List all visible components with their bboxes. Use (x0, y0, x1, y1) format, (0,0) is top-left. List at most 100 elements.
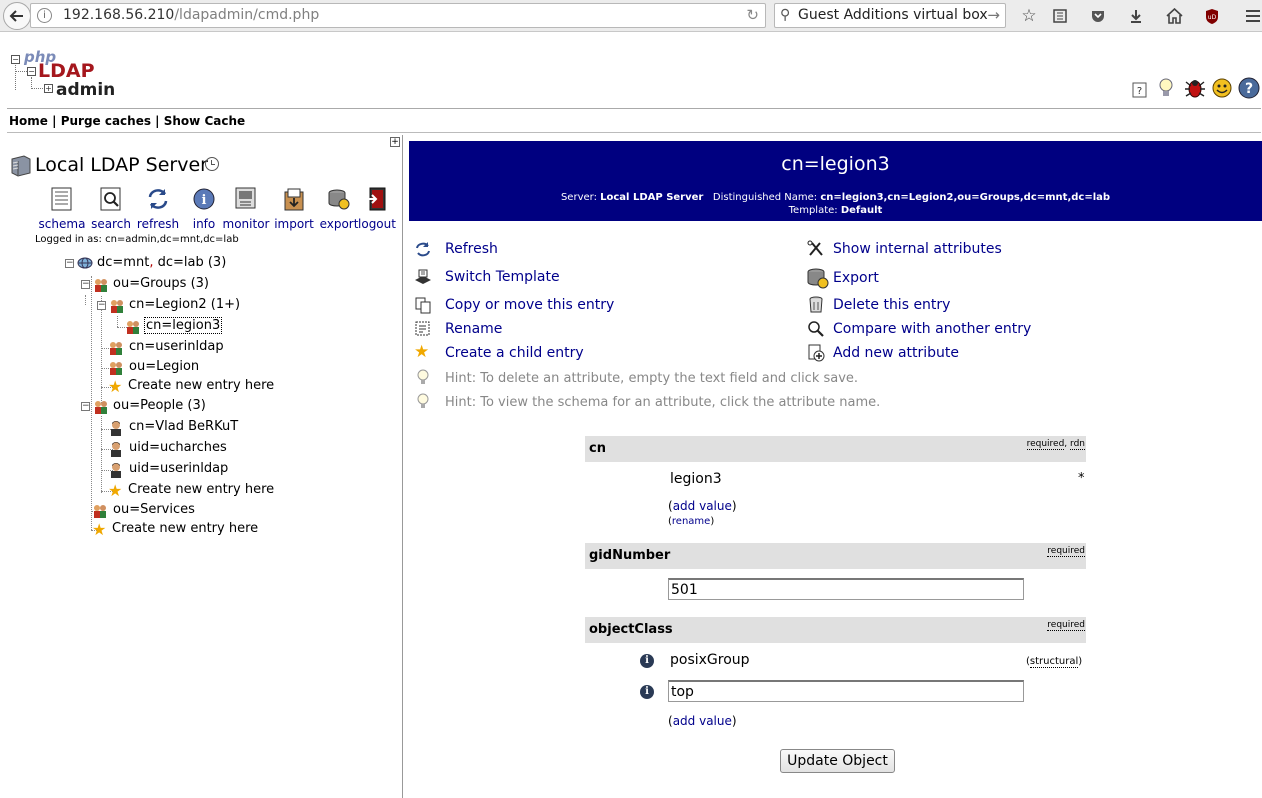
attribute-name-gidnumber[interactable]: gidNumber (589, 548, 670, 563)
structural-note: (structural) (1026, 656, 1083, 668)
user-icon (111, 442, 121, 457)
reading-list-icon[interactable] (1048, 4, 1072, 28)
attribute-header-objectclass: objectClass required (585, 617, 1086, 643)
tree-node-legion-ou[interactable]: ou=Legion (108, 359, 308, 379)
group-icon (110, 362, 122, 375)
ublock-icon[interactable]: uD (1200, 4, 1224, 28)
entry-meta: Server: Local LDAP Server Distinguished … (560, 192, 1111, 216)
browser-toolbar: i 192.168.56.210/ldapadmin/cmd.php ↻ ⚲ G… (0, 0, 1262, 32)
collapse-toggle[interactable]: − (81, 280, 90, 289)
search-button[interactable]: search (86, 187, 136, 231)
server-title: Local LDAP Server (35, 154, 208, 176)
lightbulb-icon (417, 369, 429, 384)
star-icon: ★ (92, 520, 107, 539)
logout-button[interactable]: logout (352, 187, 402, 231)
refresh-icon (416, 242, 430, 257)
monitor-icon (235, 187, 256, 209)
url-text: 192.168.56.210/ldapadmin/cmd.php (63, 7, 320, 23)
svg-text:i: i (202, 193, 207, 208)
collapse-toggle[interactable]: − (81, 402, 90, 411)
bookmark-star-icon[interactable]: ☆ (1017, 4, 1041, 28)
search-input[interactable]: Guest Additions virtual box (798, 7, 988, 23)
tree-node-legion3[interactable]: cn=legion3 (125, 317, 245, 338)
star-icon: ★ (108, 377, 123, 396)
url-bar[interactable]: i 192.168.56.210/ldapadmin/cmd.php ↻ (30, 3, 766, 28)
tree-node-vlad[interactable]: cn=Vlad BeRKuT (108, 419, 308, 439)
info-icon[interactable]: i (640, 685, 654, 699)
purge-caches-link[interactable]: Purge caches (61, 114, 151, 128)
attribute-name-objectclass[interactable]: objectClass (589, 622, 673, 637)
cn-rename-link[interactable]: (rename) (668, 516, 714, 527)
star-icon: ★ (414, 342, 430, 362)
create-entry-people[interactable]: ★ Create new entry here (108, 481, 308, 502)
create-entry-groups[interactable]: ★ Create new entry here (108, 377, 308, 398)
phpldapadmin-logo[interactable]: php LDAP admin − − + (10, 48, 120, 102)
search-bar[interactable]: ⚲ Guest Additions virtual box → (774, 3, 1006, 28)
schema-button[interactable]: schema (37, 187, 87, 231)
back-button[interactable] (3, 2, 31, 30)
tree-panel: + Local LDAP Server schema search refres… (7, 135, 403, 798)
tree-node-root[interactable]: − dc=mnt, dc=lab (3) (65, 255, 265, 275)
arrow-left-icon (9, 10, 23, 22)
update-object-button[interactable]: Update Object (780, 749, 895, 773)
search-icon: ⚲ (780, 7, 791, 23)
smiley-icon[interactable] (1210, 76, 1234, 100)
group-icon (127, 321, 139, 334)
import-button[interactable]: import (269, 187, 319, 231)
rename-icon (415, 321, 430, 336)
pocket-icon[interactable] (1086, 4, 1110, 28)
tree-node-userinldap-group[interactable]: cn=userinldap (108, 339, 308, 359)
user-icon (111, 421, 121, 436)
tree-node-services[interactable]: ou=Services (92, 502, 292, 522)
cn-value: legion3 (668, 469, 1024, 491)
template-icon (415, 269, 431, 284)
site-info-icon[interactable]: i (37, 8, 52, 23)
svg-text:?: ? (1137, 86, 1142, 97)
tree-node-legion2[interactable]: − cn=Legion2 (1+) (97, 297, 297, 317)
group-icon (110, 342, 122, 355)
server-icon (11, 155, 31, 177)
logout-icon (366, 187, 386, 211)
compare-icon (808, 321, 824, 337)
expand-panel-button[interactable]: + (390, 137, 400, 147)
help-box-icon[interactable]: ? (1128, 78, 1152, 102)
export-icon (328, 189, 350, 210)
group-icon (95, 401, 107, 414)
search-icon (100, 187, 121, 211)
domain-icon (77, 257, 93, 269)
group-icon (111, 300, 123, 313)
info-icon[interactable]: i (640, 654, 654, 668)
arrow-right-icon[interactable]: → (987, 6, 1000, 24)
attribute-header-cn: cn required, rdn (585, 436, 1086, 462)
bug-icon[interactable] (1183, 76, 1207, 100)
reload-icon[interactable]: ↻ (746, 6, 759, 24)
objectclass-add-value-link[interactable]: (add value) (668, 714, 737, 728)
copy-icon (415, 297, 431, 314)
lightbulb-icon[interactable] (1154, 76, 1178, 100)
tree-node-userinldap-user[interactable]: uid=userinldap (108, 461, 308, 481)
create-entry-root[interactable]: ★ Create new entry here (92, 520, 292, 541)
collapse-toggle[interactable]: − (97, 301, 106, 310)
show-cache-link[interactable]: Show Cache (164, 114, 245, 128)
attribute-name-cn[interactable]: cn (589, 441, 606, 456)
nav-divider (7, 132, 1261, 133)
tree-node-people[interactable]: − ou=People (3) (81, 398, 281, 418)
svg-text:?: ? (1245, 81, 1253, 97)
monitor-button[interactable]: monitor (221, 187, 271, 231)
menu-icon[interactable] (1241, 4, 1262, 28)
tree-node-ucharches[interactable]: uid=ucharches (108, 440, 308, 460)
clock-icon[interactable] (205, 157, 219, 171)
home-icon[interactable] (1162, 4, 1186, 28)
objectclass-input-top[interactable]: top (668, 680, 1024, 702)
collapse-toggle[interactable]: − (65, 259, 74, 268)
help-icon[interactable]: ? (1237, 76, 1261, 100)
download-icon[interactable] (1124, 4, 1148, 28)
home-link[interactable]: Home (9, 114, 48, 128)
gidnumber-input[interactable]: 501 (668, 578, 1024, 600)
trash-icon (809, 296, 823, 313)
cn-add-value-link[interactable]: (add value) (668, 499, 737, 513)
refresh-button[interactable]: refresh (133, 187, 183, 231)
refresh-icon (148, 189, 168, 209)
tree-node-groups[interactable]: − ou=Groups (3) (81, 276, 281, 296)
group-icon (95, 279, 107, 292)
